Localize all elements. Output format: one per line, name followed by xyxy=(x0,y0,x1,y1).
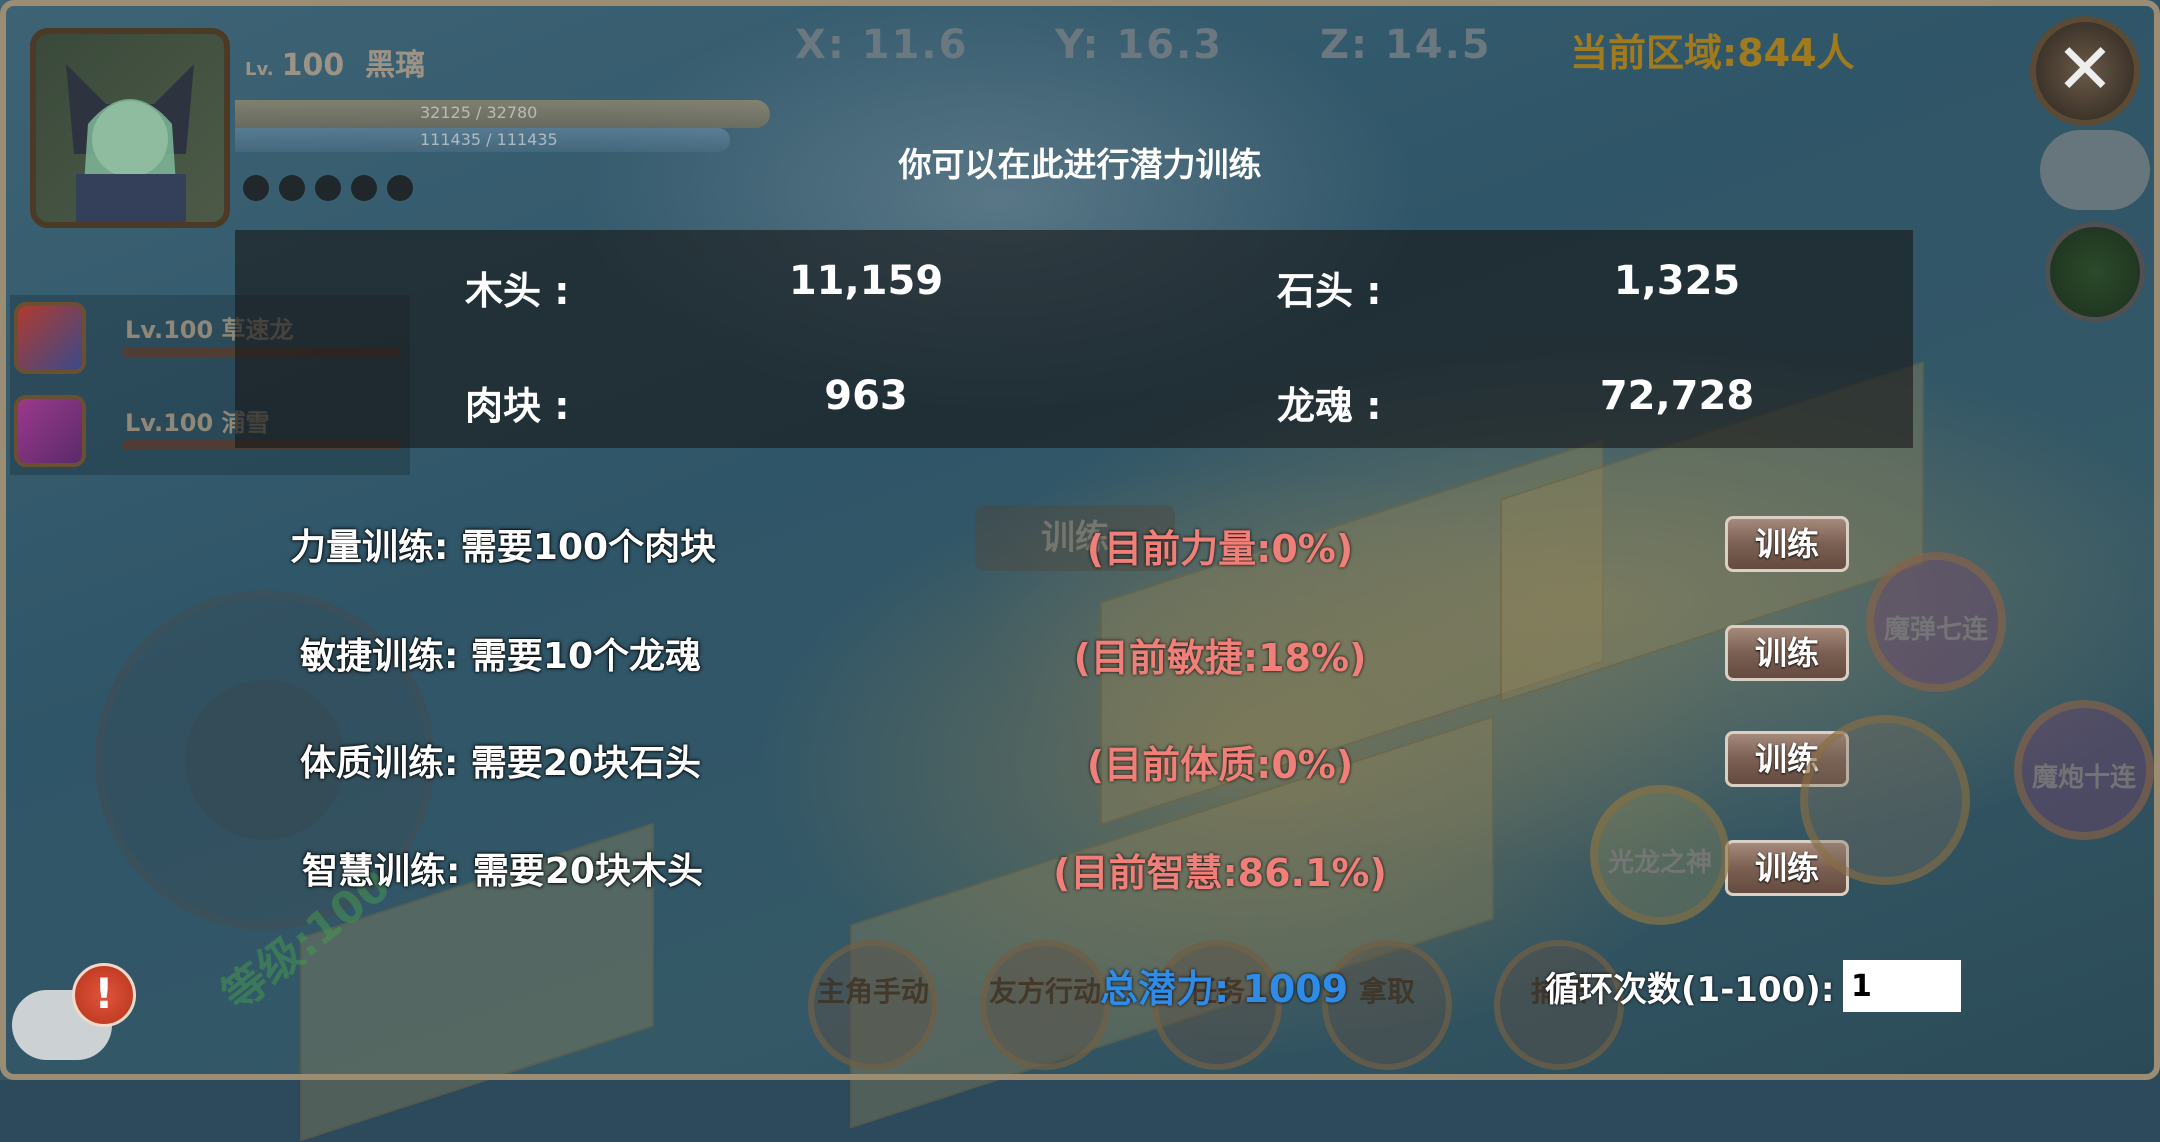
loop-count-input[interactable] xyxy=(1843,960,1961,1012)
exclamation-icon[interactable]: ! xyxy=(72,963,136,1027)
loop-count-label: 循环次数(1-100): xyxy=(1545,970,1835,1010)
constitution-requirement: 体质训练: 需要20块石头 xyxy=(300,743,702,784)
stone-value: 1,325 xyxy=(1613,258,1741,304)
player-avatar[interactable] xyxy=(30,28,230,228)
skill-magic-cannon-ten[interactable]: 魔炮十连 xyxy=(2014,700,2154,840)
wisdom-requirement: 智慧训练: 需要20块木头 xyxy=(302,851,704,892)
player-name: 黑璃 xyxy=(365,48,426,83)
coord-x: X: 11.6 xyxy=(795,22,969,68)
coord-z: Z: 14.5 xyxy=(1320,22,1492,68)
avatar-portrait-icon xyxy=(66,64,194,222)
region-population: 当前区域:844人 xyxy=(1570,31,1855,75)
dragon-soul-value: 72,728 xyxy=(1599,373,1755,419)
skill-magic-bullet-seven[interactable]: 魔弹七连 xyxy=(1866,552,2006,692)
total-potential: 总潜力: 1009 xyxy=(1100,967,1349,1011)
main-manual-button[interactable]: 主角手动 xyxy=(808,940,938,1070)
minimap-button[interactable] xyxy=(2045,222,2145,322)
wisdom-current: (目前智慧:86.1%) xyxy=(1053,851,1387,895)
train-strength-button[interactable]: 训练 xyxy=(1725,516,1849,572)
resource-panel: 木头 : 11,159 石头 : 1,325 肉块 : 963 龙魂 : 72,… xyxy=(235,230,1913,448)
pet-portrait[interactable] xyxy=(14,302,86,374)
agility-requirement: 敏捷训练: 需要10个龙魂 xyxy=(300,636,702,677)
meat-label: 肉块 : xyxy=(465,384,570,428)
hp-text: 32125 / 32780 xyxy=(420,103,538,122)
stone-label: 石头 : xyxy=(1277,269,1382,313)
agility-current: (目前敏捷:18%) xyxy=(1073,636,1367,680)
strength-requirement: 力量训练: 需要100个肉块 xyxy=(290,527,717,568)
attack-button[interactable] xyxy=(1800,715,1970,885)
meat-value: 963 xyxy=(824,373,908,419)
dragon-soul-label: 龙魂 : xyxy=(1277,384,1382,428)
constitution-current: (目前体质:0%) xyxy=(1086,743,1354,787)
wood-value: 11,159 xyxy=(788,258,944,304)
pet-portrait[interactable] xyxy=(14,395,86,467)
coord-y: Y: 16.3 xyxy=(1055,22,1224,68)
train-agility-button[interactable]: 训练 xyxy=(1725,625,1849,681)
player-level: Lv. 100 黑璃 xyxy=(245,48,426,83)
ally-action-button[interactable]: 友方行动 xyxy=(980,940,1110,1070)
close-button[interactable]: ✕ xyxy=(2030,16,2140,126)
close-icon: ✕ xyxy=(2055,28,2115,110)
skill-light-dragon-god[interactable]: 光龙之神 xyxy=(1590,785,1730,925)
dialog-title: 你可以在此进行潜力训练 xyxy=(898,145,1262,184)
strength-current: (目前力量:0%) xyxy=(1086,527,1354,571)
wood-label: 木头 : xyxy=(465,269,570,313)
